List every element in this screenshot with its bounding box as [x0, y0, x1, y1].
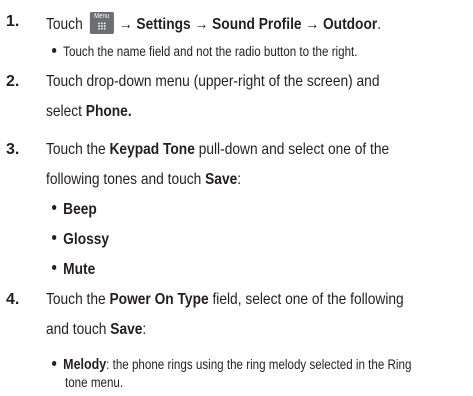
save-term: Save	[110, 321, 143, 338]
step-1-line: Touch Menu → Settings → Sound Profile → Ou…	[46, 12, 382, 34]
save-term: Save	[205, 171, 238, 188]
option-melody: Melody: the phone rings using the ring m…	[52, 358, 470, 372]
step-number: 4.	[6, 291, 20, 308]
power-on-type-term: Power On Type	[109, 291, 209, 308]
option-melody-line-2: tone menu.	[65, 375, 124, 390]
settings-path: → Settings → Sound Profile → Outdoor	[118, 16, 378, 34]
bullet-icon	[52, 235, 57, 241]
step-number: 3.	[6, 141, 20, 158]
keypad-tone-term: Keypad Tone	[109, 141, 195, 158]
menu-key-icon: Menu	[89, 12, 114, 34]
step-number: 2.	[6, 73, 20, 90]
step-1-note: Touch the name field and not the radio b…	[52, 45, 407, 59]
bullet-icon	[52, 47, 57, 53]
bullet-icon	[52, 205, 57, 211]
step-number: 1.	[6, 13, 20, 30]
phone-option: Phone.	[85, 103, 132, 120]
bullet-icon	[52, 360, 57, 366]
bullet-icon	[52, 265, 57, 271]
